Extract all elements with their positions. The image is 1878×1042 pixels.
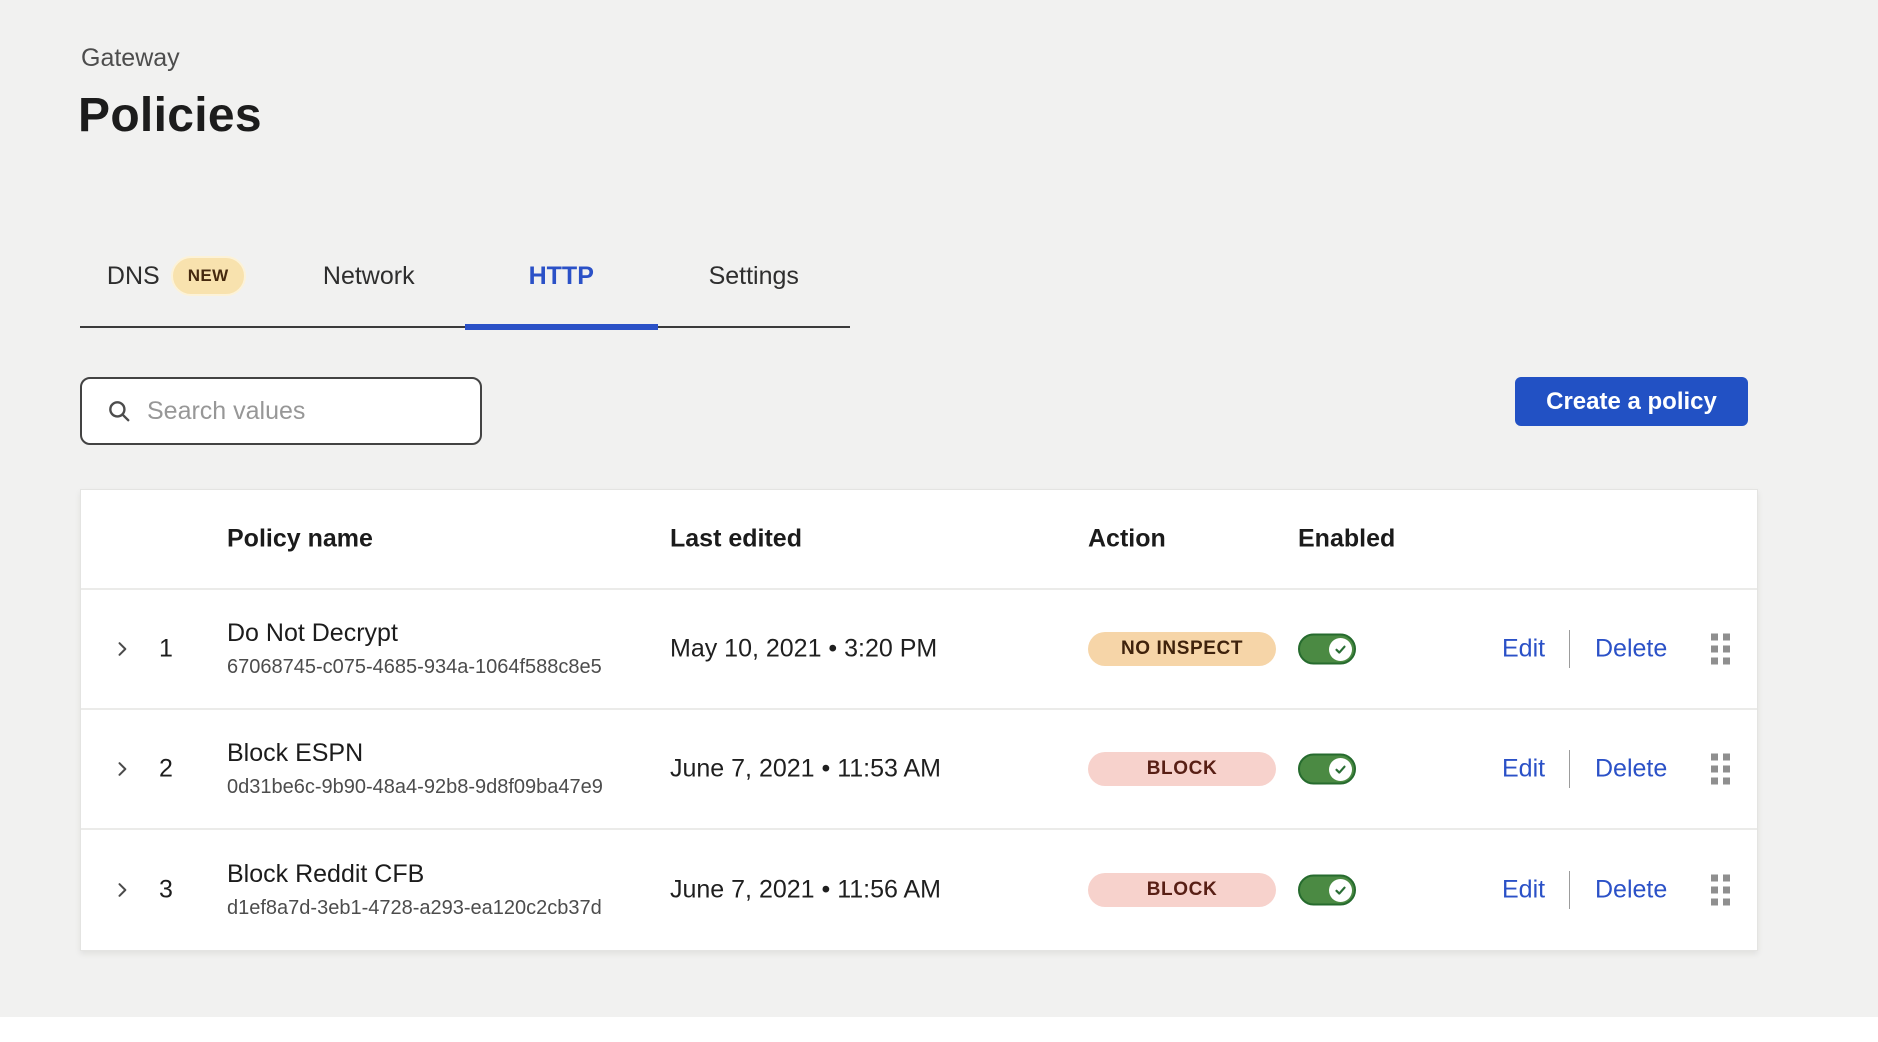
enabled-toggle[interactable]: [1298, 754, 1356, 785]
row-number: 3: [159, 876, 173, 905]
footer-strip: [0, 1017, 1878, 1042]
policy-name-cell: Do Not Decrypt 67068745-c075-4685-934a-1…: [227, 619, 602, 679]
create-policy-button[interactable]: Create a policy: [1515, 377, 1748, 426]
policy-name-cell: Block ESPN 0d31be6c-9b90-48a4-92b8-9d8f0…: [227, 739, 603, 799]
last-edited-value: June 7, 2021 • 11:56 AM: [670, 876, 941, 905]
delete-link[interactable]: Delete: [1595, 635, 1667, 664]
tab-label: Settings: [709, 262, 799, 291]
delete-link[interactable]: Delete: [1595, 755, 1667, 784]
row-number: 1: [159, 635, 173, 664]
action-badge: BLOCK: [1088, 873, 1276, 907]
policy-id: d1ef8a7d-3eb1-4728-a293-ea120c2cb37d: [227, 897, 602, 920]
expand-chevron-icon[interactable]: [112, 880, 132, 900]
policy-id: 0d31be6c-9b90-48a4-92b8-9d8f09ba47e9: [227, 776, 603, 799]
link-separator: [1569, 630, 1570, 668]
expand-chevron-icon[interactable]: [112, 639, 132, 659]
header-policy-name: Policy name: [227, 525, 373, 554]
header-enabled: Enabled: [1298, 525, 1395, 554]
header-last-edited: Last edited: [670, 525, 802, 554]
policies-table: Policy name Last edited Action Enabled 1…: [80, 489, 1758, 951]
enabled-toggle[interactable]: [1298, 634, 1356, 665]
toggle-knob: [1329, 879, 1352, 902]
policy-name-cell: Block Reddit CFB d1ef8a7d-3eb1-4728-a293…: [227, 860, 602, 920]
tab-settings[interactable]: Settings: [658, 236, 851, 326]
table-row: 3 Block Reddit CFB d1ef8a7d-3eb1-4728-a2…: [81, 830, 1757, 950]
link-separator: [1569, 750, 1570, 788]
edit-link[interactable]: Edit: [1502, 635, 1545, 664]
row-number: 2: [159, 755, 173, 784]
tab-network[interactable]: Network: [273, 236, 466, 326]
check-icon: [1334, 643, 1347, 656]
table-body: 1 Do Not Decrypt 67068745-c075-4685-934a…: [81, 590, 1757, 950]
search-input[interactable]: [147, 397, 467, 426]
header-action: Action: [1088, 525, 1166, 554]
tab-label: Network: [323, 262, 415, 291]
check-icon: [1334, 884, 1347, 897]
edit-link[interactable]: Edit: [1502, 755, 1545, 784]
enabled-toggle[interactable]: [1298, 875, 1356, 906]
table-header: Policy name Last edited Action Enabled: [81, 490, 1757, 590]
table-row: 1 Do Not Decrypt 67068745-c075-4685-934a…: [81, 590, 1757, 710]
tab-dns[interactable]: DNS NEW: [80, 236, 273, 326]
tab-bar: DNS NEW Network HTTP Settings: [80, 236, 850, 328]
tab-label: DNS: [107, 262, 160, 291]
drag-handle-icon[interactable]: [1711, 634, 1730, 665]
check-icon: [1334, 763, 1347, 776]
expand-chevron-icon[interactable]: [112, 759, 132, 779]
toggle-knob: [1329, 758, 1352, 781]
table-row: 2 Block ESPN 0d31be6c-9b90-48a4-92b8-9d8…: [81, 710, 1757, 830]
breadcrumb: Gateway: [81, 44, 180, 73]
action-badge: NO INSPECT: [1088, 632, 1276, 666]
drag-handle-icon[interactable]: [1711, 875, 1730, 906]
policy-name: Do Not Decrypt: [227, 619, 602, 648]
last-edited-value: June 7, 2021 • 11:53 AM: [670, 755, 941, 784]
tab-http[interactable]: HTTP: [465, 236, 658, 326]
action-badge: BLOCK: [1088, 752, 1276, 786]
policy-id: 67068745-c075-4685-934a-1064f588c8e5: [227, 656, 602, 679]
drag-handle-icon[interactable]: [1711, 754, 1730, 785]
delete-link[interactable]: Delete: [1595, 876, 1667, 905]
tab-label: HTTP: [529, 262, 594, 291]
policy-name: Block ESPN: [227, 739, 603, 768]
search-icon: [106, 398, 132, 424]
link-separator: [1569, 871, 1570, 909]
search-box: [80, 377, 482, 445]
new-badge: NEW: [171, 256, 246, 296]
page-title: Policies: [78, 88, 262, 143]
last-edited-value: May 10, 2021 • 3:20 PM: [670, 635, 937, 664]
policy-name: Block Reddit CFB: [227, 860, 602, 889]
toggle-knob: [1329, 638, 1352, 661]
edit-link[interactable]: Edit: [1502, 876, 1545, 905]
